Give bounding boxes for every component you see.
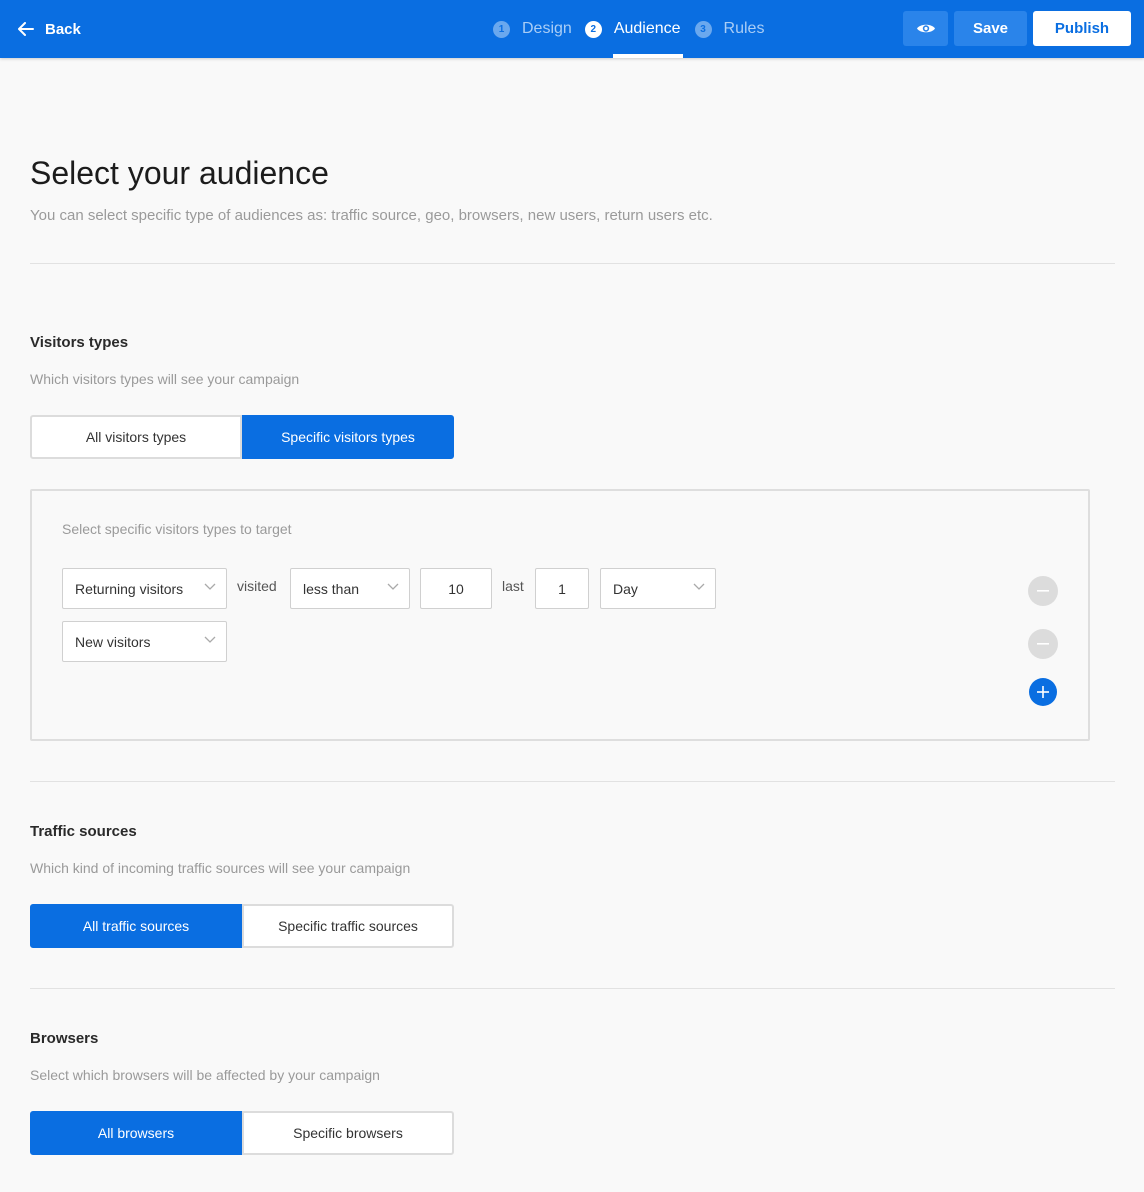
period-count-input[interactable]: 1 — [535, 568, 589, 609]
last-label: last — [502, 578, 524, 594]
browsers-section-subtitle: Select which browsers will be affected b… — [30, 1067, 380, 1083]
visitor-rules-panel: Select specific visitors types to target… — [30, 489, 1090, 741]
minus-icon — [1037, 590, 1049, 592]
traffic-section-subtitle: Which kind of incoming traffic sources w… — [30, 860, 411, 876]
chevron-down-icon — [693, 583, 705, 590]
back-button[interactable]: Back — [18, 18, 81, 40]
step-rules[interactable]: 3 Rules — [694, 0, 765, 58]
step-number: 3 — [694, 20, 712, 38]
chevron-down-icon — [387, 583, 399, 590]
all-visitors-option[interactable]: All visitors types — [30, 415, 242, 459]
traffic-section-title: Traffic sources — [30, 823, 137, 840]
browsers-section-title: Browsers — [30, 1030, 99, 1047]
input-value: 10 — [448, 580, 464, 597]
step-label: Design — [522, 20, 572, 37]
step-label: Audience — [613, 20, 681, 37]
chevron-down-icon — [204, 583, 216, 590]
step-audience[interactable]: 2 Audience — [584, 0, 683, 58]
step-label: Rules — [723, 20, 765, 37]
publish-button[interactable]: Publish — [1033, 11, 1131, 46]
minus-icon — [1037, 643, 1049, 645]
select-value: New visitors — [75, 633, 151, 650]
save-button[interactable]: Save — [954, 11, 1027, 46]
rules-hint: Select specific visitors types to target — [62, 521, 292, 537]
divider — [30, 988, 1115, 989]
divider — [30, 263, 1115, 264]
all-traffic-option[interactable]: All traffic sources — [30, 904, 242, 948]
preview-button[interactable] — [903, 11, 948, 46]
specific-visitors-option[interactable]: Specific visitors types — [242, 415, 454, 459]
remove-rule-button[interactable] — [1028, 629, 1058, 659]
back-arrow-icon — [18, 22, 34, 36]
divider — [30, 781, 1115, 782]
select-value: less than — [303, 580, 360, 597]
visitor-type-select[interactable]: Returning visitors — [62, 568, 227, 609]
input-value: 1 — [558, 580, 566, 597]
period-unit-select[interactable]: Day — [600, 568, 716, 609]
eye-icon — [916, 24, 935, 33]
remove-rule-button[interactable] — [1028, 576, 1058, 606]
step-number: 1 — [493, 20, 510, 38]
page-subtitle: You can select specific type of audience… — [30, 207, 713, 224]
add-rule-button[interactable] — [1029, 678, 1057, 706]
visit-count-input[interactable]: 10 — [420, 568, 492, 609]
select-value: Returning visitors — [75, 580, 184, 597]
plus-icon — [1037, 686, 1049, 698]
select-value: Day — [613, 580, 638, 597]
specific-browsers-option[interactable]: Specific browsers — [242, 1111, 454, 1155]
visitors-section-subtitle: Which visitors types will see your campa… — [30, 371, 300, 387]
all-browsers-option[interactable]: All browsers — [30, 1111, 242, 1155]
specific-traffic-option[interactable]: Specific traffic sources — [242, 904, 454, 948]
chevron-down-icon — [204, 636, 216, 643]
step-design[interactable]: 1 Design — [493, 0, 572, 58]
top-bar: Back 1 Design 2 Audience 3 Rules Save Pu… — [0, 0, 1144, 58]
comparator-select[interactable]: less than — [290, 568, 410, 609]
back-label: Back — [45, 20, 81, 38]
visitor-type-select[interactable]: New visitors — [62, 621, 227, 662]
step-number: 2 — [584, 20, 602, 38]
visited-label: visited — [237, 578, 277, 594]
browsers-toggle: All browsers Specific browsers — [30, 1111, 454, 1155]
traffic-source-toggle: All traffic sources Specific traffic sou… — [30, 904, 454, 948]
visitors-type-toggle: All visitors types Specific visitors typ… — [30, 415, 454, 459]
step-nav: 1 Design 2 Audience 3 Rules — [493, 0, 764, 58]
page-title: Select your audience — [30, 155, 329, 191]
visitors-section-title: Visitors types — [30, 334, 129, 351]
